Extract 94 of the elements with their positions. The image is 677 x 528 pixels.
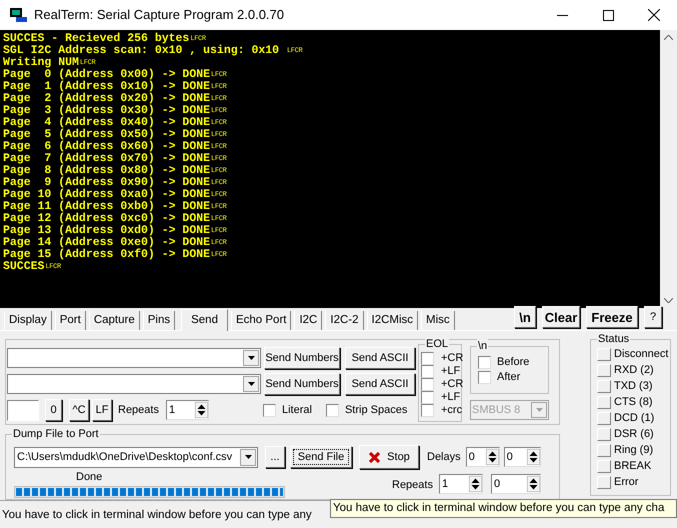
char-field[interactable] [7, 400, 39, 420]
scroll-down-icon [664, 298, 673, 303]
spinner-arrows-icon [194, 402, 208, 418]
x-icon [368, 450, 382, 464]
tab[interactable]: Echo Port [230, 311, 292, 330]
terminal[interactable] [0, 30, 660, 308]
send-ascii-button[interactable]: Send ASCII [345, 347, 415, 369]
checkbox-label: +CR [441, 352, 464, 365]
spinner-arrows-icon [526, 449, 540, 466]
browse-button[interactable]: ... [265, 446, 285, 468]
checkbox-label: Strip Spaces [344, 402, 408, 418]
spin-value: 1 [168, 404, 176, 416]
checkbox-label: +LF [441, 365, 460, 378]
spin-value: 0 [494, 478, 500, 490]
tab[interactable]: Capture [88, 311, 140, 330]
tab[interactable]: Port [54, 311, 86, 330]
checkbox[interactable] [421, 391, 434, 404]
tab[interactable]: Misc [421, 311, 455, 330]
status-label: CTS (8) [614, 396, 652, 409]
toolbar-button[interactable]: ? [644, 306, 662, 328]
spin-field[interactable]: 1 [166, 400, 209, 420]
spinner-arrows-icon [526, 476, 540, 492]
checkbox[interactable] [421, 378, 434, 391]
spin-field[interactable]: 0 [490, 474, 541, 494]
checkbox[interactable] [326, 404, 339, 416]
checkbox[interactable] [478, 371, 491, 384]
spin-field[interactable]: 0 [466, 447, 500, 468]
spin-value: 1 [442, 478, 448, 490]
tab[interactable]: I2C [294, 311, 322, 330]
send-numbers-button[interactable]: Send Numbers [264, 347, 340, 369]
checkbox-label: Before [497, 356, 530, 369]
scroll-up-icon [664, 35, 673, 40]
checkbox-label: +crc [441, 404, 462, 417]
status-label: TXD (3) [614, 380, 652, 393]
checkbox[interactable] [421, 352, 434, 365]
minimize-icon [556, 14, 568, 16]
tab[interactable]: I2CMisc [366, 311, 418, 330]
stop-button[interactable]: Stop [359, 445, 419, 470]
zero-button[interactable]: 0 [45, 399, 62, 421]
dropdown-button[interactable] [243, 376, 259, 392]
delays-label: Delays [427, 450, 461, 465]
toolbar-button[interactable]: \n [514, 306, 536, 328]
status-label: DSR (6) [614, 428, 654, 441]
status-label: BREAK [614, 460, 652, 473]
checkbox-label: Literal [282, 402, 312, 418]
lf-button[interactable]: LF [92, 399, 112, 421]
checkbox-label: +LF [441, 391, 460, 404]
ctrl-c-button[interactable]: ^C [69, 399, 89, 421]
tab[interactable]: Display [4, 311, 52, 330]
tab[interactable]: Pins [142, 311, 176, 330]
maximize-icon [602, 10, 614, 20]
status-label: RXD (2) [614, 364, 654, 377]
send-numbers-button[interactable]: Send Numbers [264, 373, 340, 395]
tooltip: You have to click in terminal window before you can type any cha [330, 499, 677, 518]
spin-field[interactable]: 1 [438, 474, 483, 494]
toolbar-button[interactable]: Clear [542, 306, 580, 328]
checkbox[interactable] [478, 356, 491, 369]
progress-label: Done [76, 471, 102, 484]
spin-field[interactable]: 0 [504, 447, 541, 468]
status-label: Disconnect [614, 348, 668, 361]
spinner-arrows-icon [486, 449, 499, 466]
repeats-label: Repeats [118, 402, 159, 418]
checkbox[interactable] [421, 365, 434, 378]
file-path-combobox[interactable]: C:\Users\mdudk\OneDrive\Desktop\conf.csv [14, 446, 258, 468]
dropdown-button[interactable] [240, 448, 256, 466]
send-ascii-button[interactable]: Send ASCII [345, 373, 415, 395]
toolbar-button[interactable]: Freeze [586, 306, 638, 328]
group-label: Dump File to Port [12, 427, 100, 442]
status-label: Error [614, 476, 638, 489]
send-combobox[interactable] [7, 374, 261, 394]
spin-value: 0 [468, 452, 475, 463]
status-label: DCD (1) [614, 412, 654, 425]
checkbox-label: +CR [441, 378, 464, 391]
caret-icon [248, 356, 254, 360]
window-title: RealTerm: Serial Capture Program 2.0.0.70 [34, 6, 284, 24]
caret-icon [244, 455, 252, 460]
repeats-label: Repeats [392, 478, 433, 494]
status-message: You have to click in terminal window before you can type any [2, 508, 312, 523]
spin-value: 0 [506, 452, 513, 463]
file-path: C:\Users\mdudk\OneDrive\Desktop\conf.csv [17, 450, 232, 465]
send-file-button[interactable]: Send File [290, 446, 352, 468]
dropdown-button[interactable] [243, 350, 259, 366]
tab[interactable]: I2C-2 [325, 311, 364, 330]
spinner-arrows-icon [468, 476, 482, 492]
app-icon [8, 7, 28, 23]
caret-icon [536, 408, 542, 412]
checkbox[interactable] [421, 404, 434, 417]
close-icon [648, 9, 660, 21]
caret-icon [248, 382, 254, 386]
checkbox[interactable] [262, 404, 276, 416]
checkbox-label: After [497, 371, 520, 384]
status-label: Ring (9) [614, 444, 654, 457]
send-combobox[interactable] [7, 348, 261, 368]
tab[interactable]: Send [181, 309, 228, 331]
